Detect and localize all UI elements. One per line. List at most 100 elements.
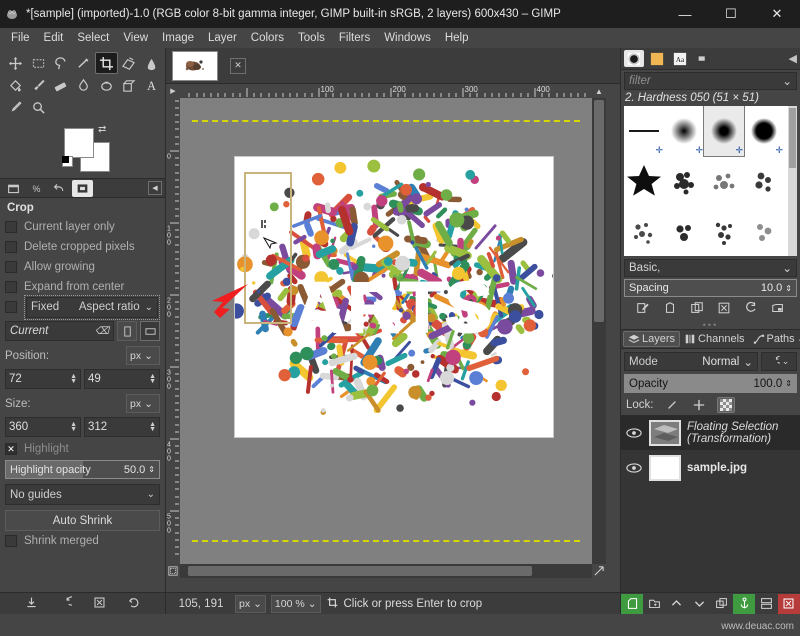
brush-cell[interactable] (744, 156, 784, 206)
auto-shrink-button[interactable]: Auto Shrink (5, 510, 160, 531)
size-width-input[interactable]: 360 ▲ ▼ (5, 417, 81, 437)
dock-tab-patterns[interactable] (647, 50, 667, 67)
lower-layer-icon[interactable] (688, 594, 710, 614)
brush-cell[interactable] (664, 206, 704, 256)
stepper-arrows[interactable]: ⇕ (148, 465, 155, 474)
scroll-up-button[interactable]: ▲ (592, 84, 606, 98)
eye-icon[interactable] (625, 462, 643, 474)
gradient-tool-icon[interactable] (140, 52, 163, 74)
quick-mask-icon[interactable] (166, 564, 180, 578)
reset-tool-options-icon[interactable] (127, 596, 140, 612)
portrait-orientation-icon[interactable] (117, 321, 137, 341)
brush-cell[interactable]: ✛ (664, 106, 704, 156)
switch-mode-icon[interactable]: ⌄ (761, 352, 797, 371)
transform-tool-icon[interactable] (118, 52, 141, 74)
merge-down-icon[interactable] (755, 594, 777, 614)
delete-tool-preset-icon[interactable] (93, 596, 106, 612)
option-shrink-merged[interactable]: Shrink merged (5, 531, 160, 551)
checkbox-delete-cropped-pixels[interactable] (5, 241, 17, 253)
menu-image[interactable]: Image (155, 30, 201, 46)
clone-tool-icon[interactable] (95, 74, 118, 96)
clear-entry-icon[interactable]: ⌫ (95, 326, 109, 337)
save-tool-preset-icon[interactable] (25, 596, 38, 612)
crop-tool-icon[interactable] (94, 52, 118, 74)
rect-select-tool-icon[interactable] (27, 52, 50, 74)
option-current-layer-only[interactable]: Current layer only (5, 217, 160, 237)
close-tab-icon[interactable]: ✕ (230, 57, 246, 74)
size-height-input[interactable]: 312 ▲ ▼ (84, 417, 160, 437)
statusbar-zoom-select[interactable]: 100 % ⌄ (270, 594, 321, 613)
menu-windows[interactable]: Windows (377, 30, 438, 46)
brush-cell[interactable] (624, 156, 664, 206)
brush-spacing-slider[interactable]: Spacing 10.0 ⇕ (624, 279, 797, 297)
layer-thumbnail-sample[interactable] (649, 454, 681, 481)
open-brush-as-image-icon[interactable] (771, 301, 785, 318)
tab-paths[interactable]: Paths (749, 332, 799, 346)
new-layer-icon[interactable] (621, 593, 644, 614)
delete-layer-icon[interactable] (777, 593, 800, 614)
dock-tab-document-history[interactable] (693, 50, 713, 67)
restore-tool-preset-icon[interactable] (59, 595, 76, 612)
checkbox-expand-from-center[interactable] (5, 281, 17, 293)
menu-edit[interactable]: Edit (37, 30, 71, 46)
brush-grid-scrollbar[interactable] (788, 106, 797, 256)
dock-tab-undo-history[interactable] (49, 180, 70, 197)
free-select-tool-icon[interactable] (49, 52, 72, 74)
menu-layer[interactable]: Layer (201, 30, 244, 46)
brush-cell[interactable] (664, 156, 704, 206)
scrollbar-thumb[interactable] (188, 566, 532, 576)
guides-combo[interactable]: No guides ⌄ (5, 484, 160, 505)
dock-tab-brushes[interactable] (624, 50, 644, 67)
measure-tool-icon[interactable] (72, 52, 95, 74)
aspect-ratio-input[interactable]: Current ⌫ (5, 321, 114, 341)
checkbox-highlight[interactable]: ✕ (5, 443, 17, 455)
stepper-arrows[interactable]: ▲ ▼ (149, 373, 156, 385)
duplicate-brush-icon[interactable] (690, 301, 704, 318)
menu-select[interactable]: Select (70, 30, 116, 46)
maximize-button[interactable]: ☐ (708, 0, 754, 28)
highlight-opacity-slider[interactable]: Highlight opacity 50.0 ⇕ (5, 460, 160, 479)
text-tool-icon[interactable]: A (140, 74, 163, 96)
brush-tags-combo[interactable]: Basic, ⌄ (624, 259, 797, 277)
option-highlight[interactable]: ✕ Highlight (5, 440, 160, 458)
dock-tab-device-status[interactable]: % (26, 180, 47, 197)
lock-position-icon[interactable] (690, 397, 708, 413)
position-y-input[interactable]: 49 ▲ ▼ (84, 369, 160, 389)
horizontal-scrollbar[interactable] (180, 564, 592, 578)
stepper-arrows[interactable]: ▲ ▼ (70, 373, 77, 385)
brush-grid[interactable]: ✛ ✛ ✛ ✛ ✛ (624, 106, 797, 256)
stepper-arrows[interactable]: ⇕ (785, 379, 792, 388)
brush-cell-selected[interactable]: ✛ (703, 106, 745, 157)
brush-cell[interactable] (704, 206, 744, 256)
eye-icon[interactable] (625, 427, 643, 439)
delete-brush-icon[interactable] (717, 301, 731, 318)
tab-layers[interactable]: Layers (623, 331, 681, 347)
option-delete-cropped-pixels[interactable]: Delete cropped pixels (5, 237, 160, 257)
dock-menu-icon[interactable]: ◀ (789, 52, 797, 65)
lock-alpha-icon[interactable] (716, 397, 735, 413)
menu-file[interactable]: File (4, 30, 37, 46)
position-unit-select[interactable]: px ⌄ (126, 346, 160, 365)
swap-colors-icon[interactable]: ⇄ (98, 124, 106, 135)
stepper-arrows[interactable]: ▲ ▼ (70, 421, 77, 433)
dock-tab-images[interactable] (72, 179, 93, 197)
menu-help[interactable]: Help (438, 30, 476, 46)
canvas-viewport[interactable]: ARTS (180, 98, 592, 564)
brush-cell[interactable]: ✛ (744, 106, 784, 156)
brush-cell[interactable] (744, 206, 784, 256)
bucket-fill-tool-icon[interactable] (4, 74, 27, 96)
checkbox-shrink-merged[interactable] (5, 535, 17, 547)
dock-tab-tool-options[interactable] (3, 180, 24, 197)
horizontal-ruler[interactable]: 100 200 300 400 (180, 84, 592, 98)
lock-pixels-icon[interactable] (663, 397, 681, 413)
brush-filter-input[interactable]: filter ⌄ (624, 72, 797, 90)
cage-transform-tool-icon[interactable] (118, 74, 141, 96)
menu-view[interactable]: View (116, 30, 155, 46)
menu-colors[interactable]: Colors (244, 30, 291, 46)
color-picker-tool-icon[interactable] (4, 96, 27, 118)
minimize-button[interactable]: — (662, 0, 708, 28)
anchor-layer-icon[interactable] (732, 593, 756, 614)
foreground-color-swatch[interactable] (64, 128, 94, 158)
landscape-orientation-icon[interactable] (140, 321, 160, 341)
dock-resize-grip[interactable]: ••• (621, 320, 800, 330)
